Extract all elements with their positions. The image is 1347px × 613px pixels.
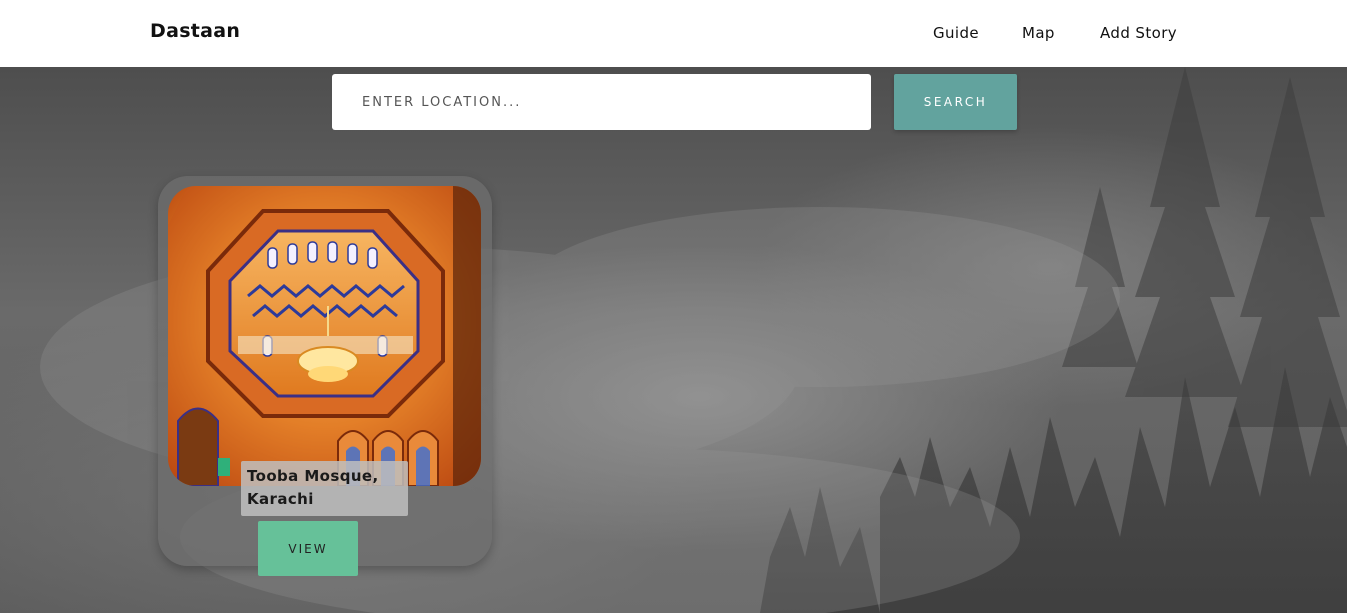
view-button[interactable]: VIEW (258, 521, 358, 576)
story-title: Tooba Mosque, Karachi (241, 461, 408, 516)
search-button[interactable]: SEARCH (894, 74, 1017, 130)
nav-link-guide[interactable]: Guide (933, 24, 979, 42)
nav-link-map[interactable]: Map (1022, 24, 1055, 42)
brand-logo[interactable]: Dastaan (150, 20, 240, 42)
navbar: Dastaan Guide Map Add Story (0, 0, 1347, 67)
story-card: Tooba Mosque, Karachi VIEW (158, 176, 492, 576)
mosque-interior-image (168, 186, 481, 486)
nav-link-add-story[interactable]: Add Story (1100, 24, 1177, 42)
search-input[interactable] (332, 74, 871, 130)
story-image (168, 186, 481, 486)
